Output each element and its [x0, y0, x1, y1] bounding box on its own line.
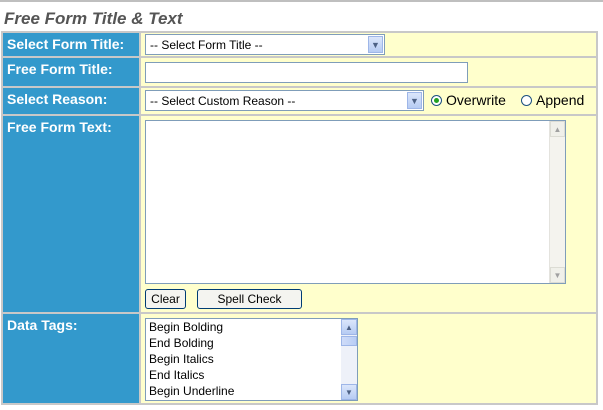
data-tags-listbox[interactable]: Begin Bolding End Bolding Begin Italics End… — [145, 318, 358, 401]
scroll-down-icon[interactable]: ▼ — [341, 384, 357, 400]
data-tags-items: Begin Bolding End Bolding Begin Italics End… — [146, 319, 357, 399]
free-form-title-input[interactable] — [145, 62, 468, 83]
scroll-up-icon[interactable]: ▲ — [341, 319, 357, 335]
free-form-text-area[interactable]: ▲ ▼ — [145, 120, 566, 284]
select-form-title-value: -- Select Form Title -- — [150, 38, 263, 52]
listbox-scrollbar[interactable]: ▲ ▼ — [341, 319, 357, 400]
overwrite-label: Overwrite — [446, 92, 506, 108]
data-tags-label: Data Tags: — [3, 314, 139, 403]
scroll-thumb[interactable] — [341, 336, 357, 346]
select-form-title-label: Select Form Title: — [3, 33, 139, 56]
clear-button[interactable]: Clear — [145, 289, 186, 309]
select-form-title-dropdown[interactable]: -- Select Form Title -- ▼ — [145, 34, 385, 55]
data-tag-item[interactable]: Begin Underline — [146, 383, 357, 399]
free-form-text-label: Free Form Text: — [3, 116, 139, 312]
data-tag-item[interactable]: Begin Italics — [146, 351, 357, 367]
scroll-down-icon[interactable]: ▼ — [550, 267, 565, 283]
spell-check-button[interactable]: Spell Check — [197, 289, 302, 309]
chevron-down-icon[interactable]: ▼ — [368, 36, 383, 53]
data-tag-item[interactable]: End Bolding — [146, 335, 357, 351]
append-option[interactable]: Append — [521, 92, 584, 108]
data-tag-item[interactable]: Begin Bolding — [146, 319, 357, 335]
overwrite-radio[interactable] — [431, 94, 442, 106]
free-form-table: Select Form Title: -- Select Form Title … — [1, 31, 598, 405]
section-title: Free Form Title & Text — [4, 9, 183, 28]
free-form-title-label: Free Form Title: — [3, 58, 139, 86]
overwrite-option[interactable]: Overwrite — [431, 92, 506, 108]
chevron-down-icon[interactable]: ▼ — [407, 92, 422, 109]
append-label: Append — [536, 92, 585, 108]
textarea-scrollbar[interactable]: ▲ ▼ — [549, 121, 565, 283]
select-reason-dropdown[interactable]: -- Select Custom Reason -- ▼ — [145, 90, 424, 111]
append-radio[interactable] — [521, 94, 532, 106]
select-reason-value: -- Select Custom Reason -- — [150, 94, 296, 108]
select-reason-label: Select Reason: — [3, 88, 139, 114]
top-divider — [0, 0, 603, 2]
data-tag-item[interactable]: End Italics — [146, 367, 357, 383]
scroll-up-icon[interactable]: ▲ — [550, 121, 565, 137]
